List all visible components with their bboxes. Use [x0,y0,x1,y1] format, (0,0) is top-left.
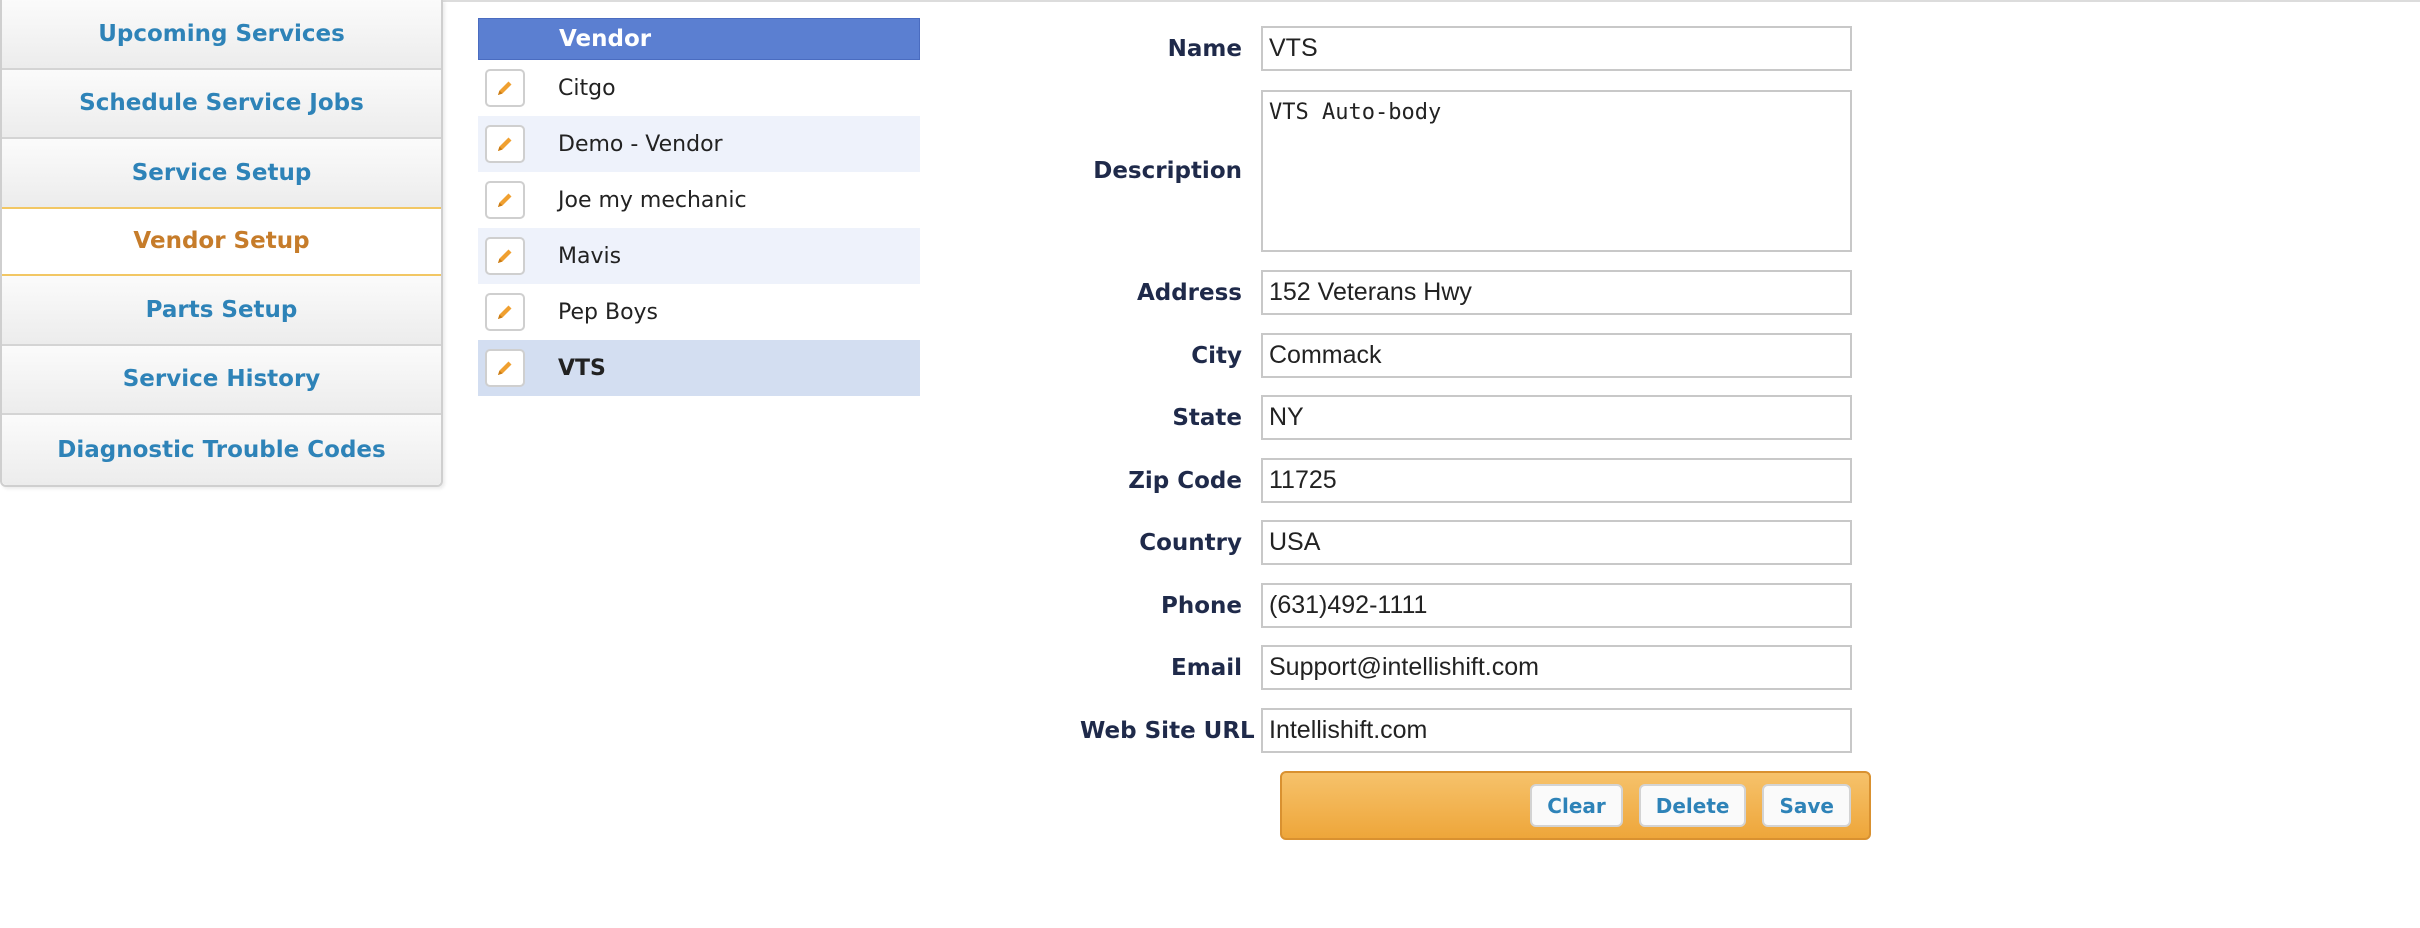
nav-schedule-service-jobs[interactable]: Schedule Service Jobs [2,69,441,139]
pencil-icon [498,81,512,95]
delete-button[interactable]: Delete [1638,784,1747,827]
pencil-icon [498,137,512,151]
form-row-country: Country [1080,520,1852,565]
nav-upcoming-services[interactable]: Upcoming Services [2,0,441,70]
pencil-icon [498,249,512,263]
state-field[interactable] [1261,395,1852,440]
address-label: Address [1136,279,1242,306]
name-field[interactable] [1261,26,1852,71]
form-row-description: Description VTS Auto-body [1080,90,1852,252]
edit-vendor-button[interactable] [485,125,525,163]
pencil-icon [498,305,512,319]
city-field[interactable] [1261,333,1852,378]
form-row-phone: Phone [1080,583,1852,628]
state-label: State [1172,404,1242,431]
form-row-state: State [1080,395,1852,440]
vendor-name: Joe my mechanic [558,187,747,213]
pencil-icon [498,361,512,375]
zip-code-label: Zip Code [1128,467,1242,494]
edit-vendor-button[interactable] [485,349,525,387]
nav-parts-setup[interactable]: Parts Setup [2,276,441,346]
phone-label: Phone [1160,592,1242,619]
country-label: Country [1139,529,1242,556]
vendor-row[interactable]: Citgo [478,60,920,116]
form-action-bar: Clear Delete Save [1280,771,1871,840]
address-field[interactable] [1261,270,1852,315]
nav-vendor-setup[interactable]: Vendor Setup [2,206,441,276]
nav-diagnostic-trouble-codes[interactable]: Diagnostic Trouble Codes [2,415,441,485]
form-row-zip: Zip Code [1080,458,1852,503]
form-row-city: City [1080,333,1852,378]
city-label: City [1191,342,1242,369]
form-row-address: Address [1080,270,1852,315]
service-nav: Upcoming Services Schedule Service Jobs … [0,0,443,487]
vendor-row[interactable]: Demo - Vendor [478,116,920,172]
edit-vendor-button[interactable] [485,293,525,331]
save-button[interactable]: Save [1762,784,1851,827]
zip-code-field[interactable] [1261,458,1852,503]
website-field[interactable] [1261,708,1852,753]
vendor-name: VTS [558,355,606,381]
vendor-row[interactable]: Joe my mechanic [478,172,920,228]
country-field[interactable] [1261,520,1852,565]
edit-vendor-button[interactable] [485,69,525,107]
pencil-icon [498,193,512,207]
description-label: Description [1093,158,1242,184]
phone-field[interactable] [1261,583,1852,628]
form-row-website: Web Site URL [1080,708,1852,753]
email-label: Email [1171,654,1242,681]
vendor-name: Citgo [558,75,616,101]
nav-service-setup[interactable]: Service Setup [2,139,441,209]
vendor-row-selected[interactable]: VTS [478,340,920,396]
vendor-row[interactable]: Pep Boys [478,284,920,340]
form-row-email: Email [1080,645,1852,690]
email-field[interactable] [1261,645,1852,690]
vendor-name: Pep Boys [558,299,659,325]
vendor-column-header[interactable]: Vendor [478,18,920,60]
edit-vendor-button[interactable] [485,181,525,219]
form-row-name: Name [1080,26,1852,71]
vendor-name: Mavis [558,243,622,269]
vendor-row[interactable]: Mavis [478,228,920,284]
vendor-name: Demo - Vendor [558,131,723,157]
vendor-table: Vendor Citgo Demo - Vendor Joe my mechan… [478,18,920,396]
name-label: Name [1167,35,1242,62]
edit-vendor-button[interactable] [485,237,525,275]
description-field[interactable]: VTS Auto-body [1261,90,1852,252]
nav-service-history[interactable]: Service History [2,345,441,415]
clear-button[interactable]: Clear [1530,784,1623,827]
website-label: Web Site URL [1080,717,1255,744]
